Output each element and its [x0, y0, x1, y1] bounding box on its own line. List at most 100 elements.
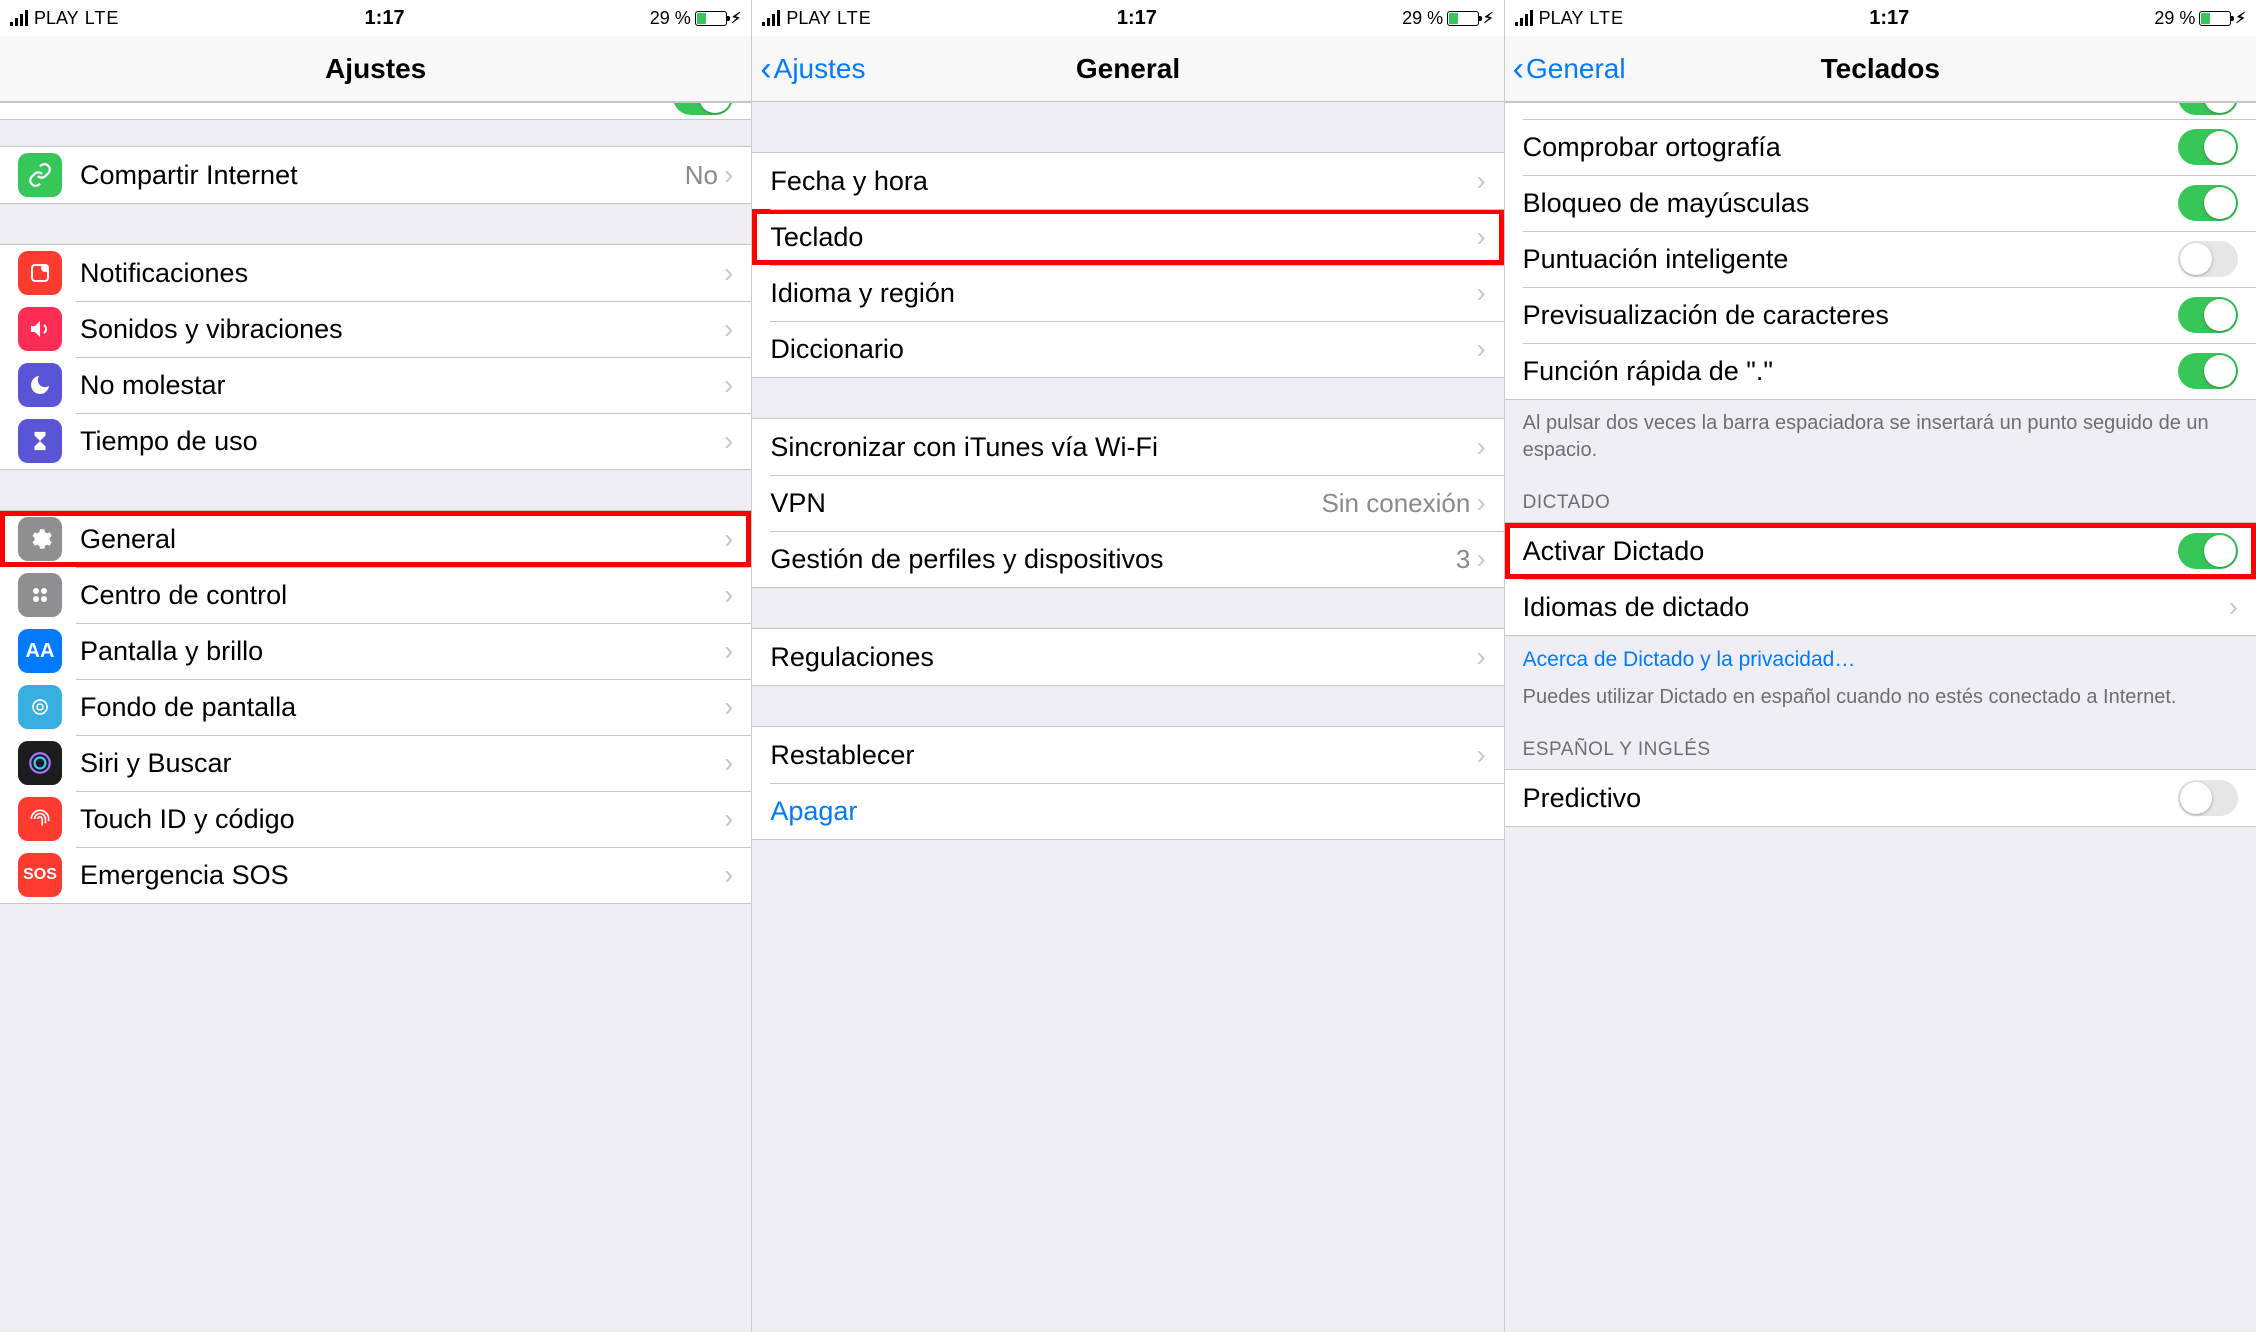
keyboards-list[interactable]: Comprobar ortografía Bloqueo de mayúscul… — [1505, 102, 2256, 1332]
screen-general: PLAY LTE 1:17 29 % ⚡︎ ‹ Ajustes General … — [752, 0, 1504, 1332]
privacy-note: Puedes utilizar Dictado en español cuand… — [1505, 684, 2256, 721]
list-item-char-preview[interactable]: Previsualización de caracteres — [1505, 287, 2256, 343]
row-value: Sin conexión — [1321, 488, 1470, 519]
screen-keyboards: PLAY LTE 1:17 29 % ⚡︎ ‹ General Teclados — [1505, 0, 2256, 1332]
row-label: Centro de control — [80, 580, 724, 611]
nav-header: ‹ General Teclados — [1505, 36, 2256, 102]
chevron-right-icon: › — [1476, 431, 1485, 463]
clock: 1:17 — [365, 7, 405, 30]
row-label: Fecha y hora — [770, 166, 1476, 197]
signal-icon — [762, 10, 780, 26]
hotspot-icon — [18, 153, 62, 197]
toggle-switch[interactable] — [2178, 241, 2238, 277]
list-item-date-time[interactable]: Fecha y hora › — [752, 153, 1503, 209]
list-item-notifications[interactable]: Notificaciones › — [0, 245, 751, 301]
carrier-label: PLAY — [1539, 8, 1584, 29]
row-label: Touch ID y código — [80, 804, 724, 835]
chevron-right-icon: › — [1476, 277, 1485, 309]
row-label: Idiomas de dictado — [1523, 592, 2229, 623]
page-title: General — [1076, 53, 1180, 85]
list-item[interactable] — [1505, 103, 2256, 119]
toggle-switch[interactable] — [2178, 297, 2238, 333]
chevron-right-icon: › — [1476, 333, 1485, 365]
list-item-period-shortcut[interactable]: Función rápida de "." — [1505, 343, 2256, 399]
list-item-smart-punctuation[interactable]: Puntuación inteligente — [1505, 231, 2256, 287]
hourglass-icon — [18, 419, 62, 463]
back-label: Ajustes — [774, 53, 866, 85]
list-item-language[interactable]: Idioma y región › — [752, 265, 1503, 321]
toggle-switch[interactable] — [2178, 185, 2238, 221]
toggle-switch[interactable] — [2178, 353, 2238, 389]
toggle-switch[interactable] — [2178, 780, 2238, 816]
charging-icon: ⚡︎ — [2235, 9, 2246, 27]
list-item-wallpaper[interactable]: Fondo de pantalla › — [0, 679, 751, 735]
list-item-sounds[interactable]: Sonidos y vibraciones › — [0, 301, 751, 357]
toggle-switch[interactable] — [2178, 129, 2238, 165]
status-bar: PLAY LTE 1:17 29 % ⚡︎ — [752, 0, 1503, 36]
section-header: DICTADO — [1505, 474, 2256, 522]
chevron-right-icon: › — [724, 313, 733, 345]
sounds-icon — [18, 307, 62, 351]
list-item-dictionary[interactable]: Diccionario › — [752, 321, 1503, 377]
list-item-predictive[interactable]: Predictivo — [1505, 770, 2256, 826]
list-item-vpn[interactable]: VPN Sin conexión › — [752, 475, 1503, 531]
list-item-dnd[interactable]: No molestar › — [0, 357, 751, 413]
row-label: Emergencia SOS — [80, 860, 724, 891]
general-list[interactable]: Fecha y hora › Teclado › Idioma y región… — [752, 102, 1503, 1332]
privacy-link[interactable]: Acerca de Dictado y la privacidad… — [1505, 636, 2256, 684]
row-label: Tiempo de uso — [80, 426, 724, 457]
chevron-right-icon: › — [724, 803, 733, 835]
nav-header: Ajustes — [0, 36, 751, 102]
row-label: Sonidos y vibraciones — [80, 314, 724, 345]
toggle-switch[interactable] — [673, 103, 733, 115]
clock: 1:17 — [1869, 7, 1909, 30]
toggle-switch[interactable] — [2178, 103, 2238, 115]
row-label: General — [80, 524, 724, 555]
control-center-icon — [18, 573, 62, 617]
list-item-dictation-langs[interactable]: Idiomas de dictado › — [1505, 579, 2256, 635]
row-label: Teclado — [770, 222, 1476, 253]
page-title: Ajustes — [325, 53, 426, 85]
list-item-profiles[interactable]: Gestión de perfiles y dispositivos 3 › — [752, 531, 1503, 587]
chevron-right-icon: › — [724, 425, 733, 457]
row-label: Activar Dictado — [1523, 536, 2178, 567]
list-item-hotspot[interactable]: Compartir Internet No › — [0, 147, 751, 203]
list-item-capslock[interactable]: Bloqueo de mayúsculas — [1505, 175, 2256, 231]
list-item-enable-dictation[interactable]: Activar Dictado — [1505, 523, 2256, 579]
toggle-switch[interactable] — [2178, 533, 2238, 569]
row-label: Bloqueo de mayúsculas — [1523, 188, 2178, 219]
chevron-right-icon: › — [724, 159, 733, 191]
list-item-shutdown[interactable]: Apagar — [752, 783, 1503, 839]
row-label: Gestión de perfiles y dispositivos — [770, 544, 1456, 575]
chevron-right-icon: › — [1476, 739, 1485, 771]
page-title: Teclados — [1821, 53, 1940, 85]
list-item-touchid[interactable]: Touch ID y código › — [0, 791, 751, 847]
carrier-label: PLAY — [786, 8, 831, 29]
list-item-spellcheck[interactable]: Comprobar ortografía — [1505, 119, 2256, 175]
section-header: ESPAÑOL Y INGLÉS — [1505, 721, 2256, 769]
list-item-sos[interactable]: SOS Emergencia SOS › — [0, 847, 751, 903]
list-item-reset[interactable]: Restablecer › — [752, 727, 1503, 783]
list-item-siri[interactable]: Siri y Buscar › — [0, 735, 751, 791]
back-button[interactable]: ‹ Ajustes — [760, 52, 865, 86]
chevron-right-icon: › — [1476, 165, 1485, 197]
list-item-itunes-wifi[interactable]: Sincronizar con iTunes vía Wi-Fi › — [752, 419, 1503, 475]
fingerprint-icon — [18, 797, 62, 841]
chevron-right-icon: › — [1476, 221, 1485, 253]
row-label: Sincronizar con iTunes vía Wi-Fi — [770, 432, 1476, 463]
status-bar: PLAY LTE 1:17 29 % ⚡︎ — [1505, 0, 2256, 36]
list-item-screentime[interactable]: Tiempo de uso › — [0, 413, 751, 469]
row-label: Siri y Buscar — [80, 748, 724, 779]
row-value: 3 — [1456, 544, 1470, 575]
list-item-regulations[interactable]: Regulaciones › — [752, 629, 1503, 685]
battery-percent: 29 % — [2154, 8, 2195, 29]
list-item-display[interactable]: AA Pantalla y brillo › — [0, 623, 751, 679]
siri-icon — [18, 741, 62, 785]
chevron-right-icon: › — [2229, 591, 2238, 623]
list-item-general[interactable]: General › — [0, 511, 751, 567]
back-button[interactable]: ‹ General — [1513, 52, 1626, 86]
list-item-control-center[interactable]: Centro de control › — [0, 567, 751, 623]
list-item-keyboard[interactable]: Teclado › — [752, 209, 1503, 265]
list-item[interactable] — [0, 103, 751, 119]
settings-list[interactable]: Compartir Internet No › Notificaciones › — [0, 102, 751, 1332]
